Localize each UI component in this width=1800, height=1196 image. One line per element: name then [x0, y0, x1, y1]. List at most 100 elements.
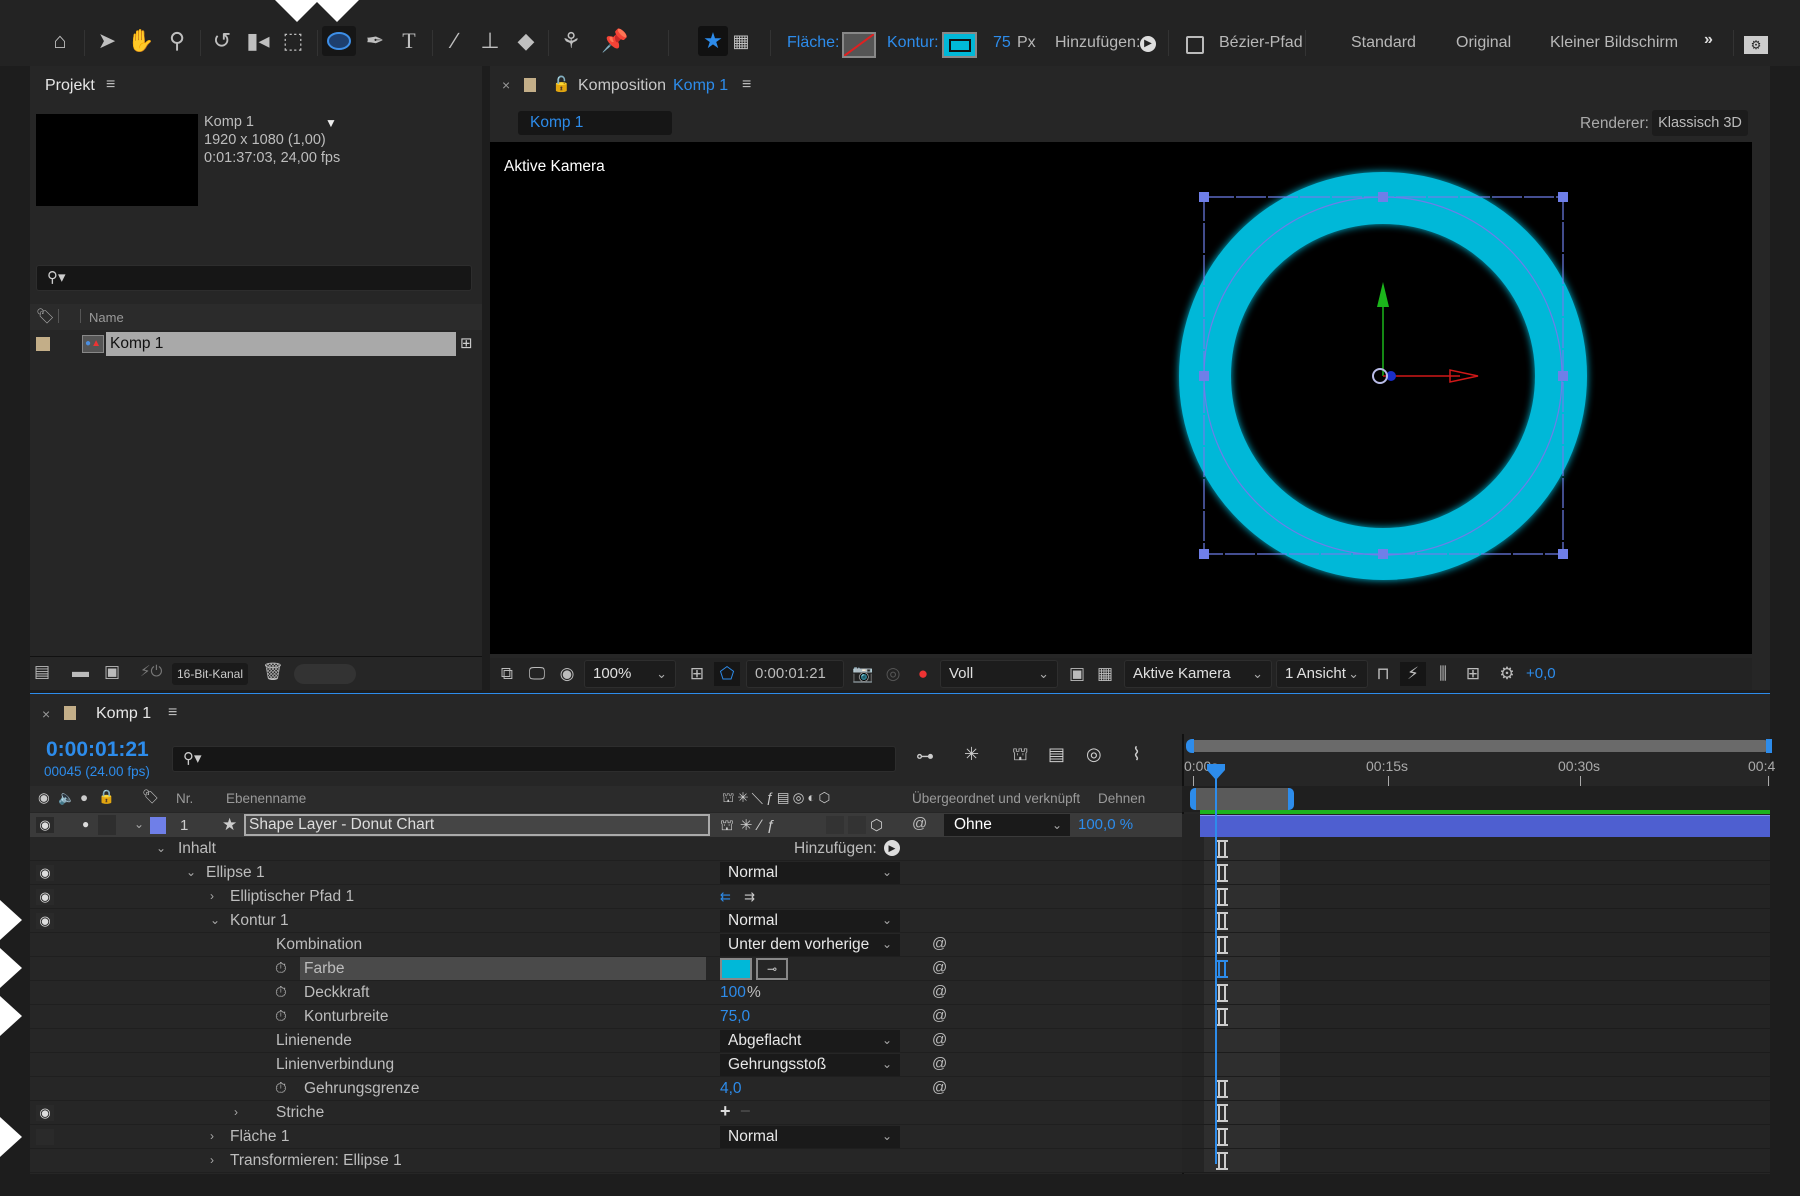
frame-blending-icon[interactable]: ▤: [1048, 744, 1065, 765]
keyframe-marker[interactable]: [1216, 1152, 1228, 1170]
column-parent[interactable]: Übergeordnet und verknüpft: [912, 791, 1080, 806]
more-workspaces-chevron-icon[interactable]: »: [1704, 31, 1713, 49]
motion-blur-icon[interactable]: ◎: [1086, 744, 1102, 765]
property-track[interactable]: [1182, 837, 1770, 861]
fast-previews-icon[interactable]: ⚡: [1400, 662, 1426, 686]
timeline-search-input[interactable]: ⚲▾: [172, 746, 896, 772]
visibility-eye-icon[interactable]: ◉: [36, 913, 54, 929]
pick-whip-spiral-icon[interactable]: @: [932, 959, 947, 976]
lock-icon[interactable]: 🔓: [552, 75, 571, 93]
keyframe-marker[interactable]: [1216, 984, 1228, 1002]
timeline-tab-label[interactable]: Komp 1: [96, 705, 151, 723]
property-track[interactable]: [1182, 957, 1770, 981]
keyframe-marker[interactable]: [1216, 1104, 1228, 1122]
eyedropper-icon[interactable]: ⊸: [756, 958, 788, 980]
keyframe-marker[interactable]: [1216, 864, 1228, 882]
close-panel-icon[interactable]: ×: [502, 77, 510, 93]
property-track[interactable]: [1182, 909, 1770, 933]
twirl-open-icon[interactable]: ⌄: [134, 817, 144, 831]
column-name[interactable]: Name: [89, 310, 124, 325]
brush-tool-icon[interactable]: ∕: [440, 26, 470, 56]
stopwatch-icon[interactable]: ⏱: [275, 1008, 287, 1025]
workspace-original[interactable]: Original: [1456, 34, 1511, 52]
keyframe-marker[interactable]: [1216, 1080, 1228, 1098]
property-row[interactable]: ⏱ Deckkraft 100% @: [30, 981, 1182, 1005]
eraser-tool-icon[interactable]: ◆: [511, 26, 541, 56]
property-track[interactable]: [1182, 1101, 1770, 1125]
toggle-pixel-aspect-icon[interactable]: ⊓: [1370, 662, 1396, 686]
keyframe-marker[interactable]: [1216, 1128, 1228, 1146]
handle-middle-right[interactable]: [1558, 371, 1568, 381]
puppet-pin-tool-icon[interactable]: 📌: [600, 26, 630, 56]
draft-3d-icon[interactable]: ✳: [964, 744, 979, 765]
fill-swatch[interactable]: [842, 32, 876, 58]
column-stretch[interactable]: Dehnen: [1098, 791, 1145, 806]
layer-switches[interactable]: ⛫✳∕ƒ: [720, 816, 781, 836]
property-track[interactable]: [1182, 1053, 1770, 1077]
pick-whip-spiral-icon[interactable]: @: [932, 935, 947, 952]
layer-duration-bar[interactable]: [1200, 815, 1770, 837]
column-layer-name[interactable]: Ebenenname: [226, 791, 306, 806]
playhead-line[interactable]: [1215, 764, 1217, 1164]
donut-shape-layer[interactable]: [1170, 142, 1730, 654]
property-dropdown[interactable]: Gehrungsstoß ⌄: [720, 1054, 900, 1076]
keyframe-marker[interactable]: [1216, 840, 1228, 858]
shy-layers-icon[interactable]: ⛫: [1012, 744, 1029, 768]
new-folder-icon[interactable]: ▬: [72, 662, 89, 682]
property-track[interactable]: [1182, 1005, 1770, 1029]
property-dropdown[interactable]: Normal ⌄: [720, 1126, 900, 1148]
trash-icon[interactable]: 🗑: [262, 662, 284, 682]
property-track[interactable]: [1182, 1125, 1770, 1149]
property-row[interactable]: › Transformieren: Ellipse 1: [30, 1149, 1182, 1173]
time-ruler[interactable]: 0:00s 00:15s 00:30s 00:4: [1182, 756, 1775, 790]
3d-axis-gizmo[interactable]: [1372, 282, 1479, 384]
playhead-handle[interactable]: [1207, 764, 1225, 780]
close-panel-icon[interactable]: ×: [42, 706, 50, 722]
stroke-width-value[interactable]: 75: [993, 34, 1011, 52]
twirl-closed-icon[interactable]: ›: [210, 1129, 214, 1143]
property-value[interactable]: 4,0: [720, 1080, 742, 1098]
property-dropdown[interactable]: Normal ⌄: [720, 862, 900, 884]
property-row[interactable]: Kombination Unter dem vorherige ⌄ @: [30, 933, 1182, 957]
keyframe-marker[interactable]: [1216, 936, 1228, 954]
stopwatch-icon[interactable]: ⏱: [275, 984, 287, 1001]
transparency-grid-icon[interactable]: ▦: [1092, 662, 1118, 686]
property-row[interactable]: ◉ › Striche + −: [30, 1101, 1182, 1125]
panel-menu-icon[interactable]: ≡: [106, 76, 115, 94]
property-track[interactable]: [1182, 981, 1770, 1005]
pick-whip-spiral-icon[interactable]: @: [932, 1007, 947, 1024]
graph-editor-icon[interactable]: ⌇: [1132, 744, 1141, 765]
column-nr[interactable]: Nr.: [176, 791, 193, 806]
path-direction-right-icon[interactable]: ⇉: [744, 886, 766, 908]
project-panel-title[interactable]: Projekt: [45, 77, 95, 95]
magnification-dropdown[interactable]: 100% ⌄: [584, 660, 676, 688]
stroke-swatch[interactable]: [942, 32, 977, 58]
comp-tab-komp-1[interactable]: Komp 1: [518, 111, 672, 135]
twirl-closed-icon[interactable]: ›: [234, 1105, 238, 1119]
property-dropdown[interactable]: Abgeflacht ⌄: [720, 1030, 900, 1052]
label-tag-icon[interactable]: 🏷: [36, 307, 55, 325]
flowchart-icon[interactable]: ⊞: [1460, 662, 1486, 686]
add-menu-icon[interactable]: ▶: [1140, 36, 1156, 52]
bit-depth-button[interactable]: 16-Bit-Kanal: [172, 663, 248, 685]
hand-tool-icon[interactable]: ✋: [126, 26, 156, 56]
layer-label-color[interactable]: [150, 817, 166, 834]
flowchart-icon[interactable]: ⊞: [460, 334, 473, 352]
selection-tool-icon[interactable]: ➤: [92, 26, 122, 56]
composition-viewport[interactable]: Aktive Kamera: [490, 142, 1752, 654]
channel-rgb-icon[interactable]: ●: [910, 662, 936, 686]
pick-whip-spiral-icon[interactable]: @: [932, 1031, 947, 1048]
property-dropdown[interactable]: Unter dem vorherige ⌄: [720, 934, 900, 956]
keyframe-marker[interactable]: [1216, 912, 1228, 930]
add-content-menu-icon[interactable]: ▶: [884, 840, 900, 856]
workspace-kleiner-bildschirm[interactable]: Kleiner Bildschirm: [1550, 34, 1678, 52]
pick-whip-spiral-icon[interactable]: @: [932, 1079, 947, 1096]
keyframe-marker[interactable]: [1216, 1008, 1228, 1026]
visibility-eye-icon[interactable]: ◉: [36, 1105, 54, 1121]
keyframe-marker[interactable]: [1216, 960, 1228, 978]
label-header-icon[interactable]: 🏷: [142, 789, 159, 805]
composition-flowchart-icon[interactable]: ⊶: [916, 746, 934, 767]
property-row[interactable]: Linienende Abgeflacht ⌄ @: [30, 1029, 1182, 1053]
new-composition-icon[interactable]: ▣: [104, 662, 120, 682]
stopwatch-icon[interactable]: ⏱: [275, 960, 287, 977]
